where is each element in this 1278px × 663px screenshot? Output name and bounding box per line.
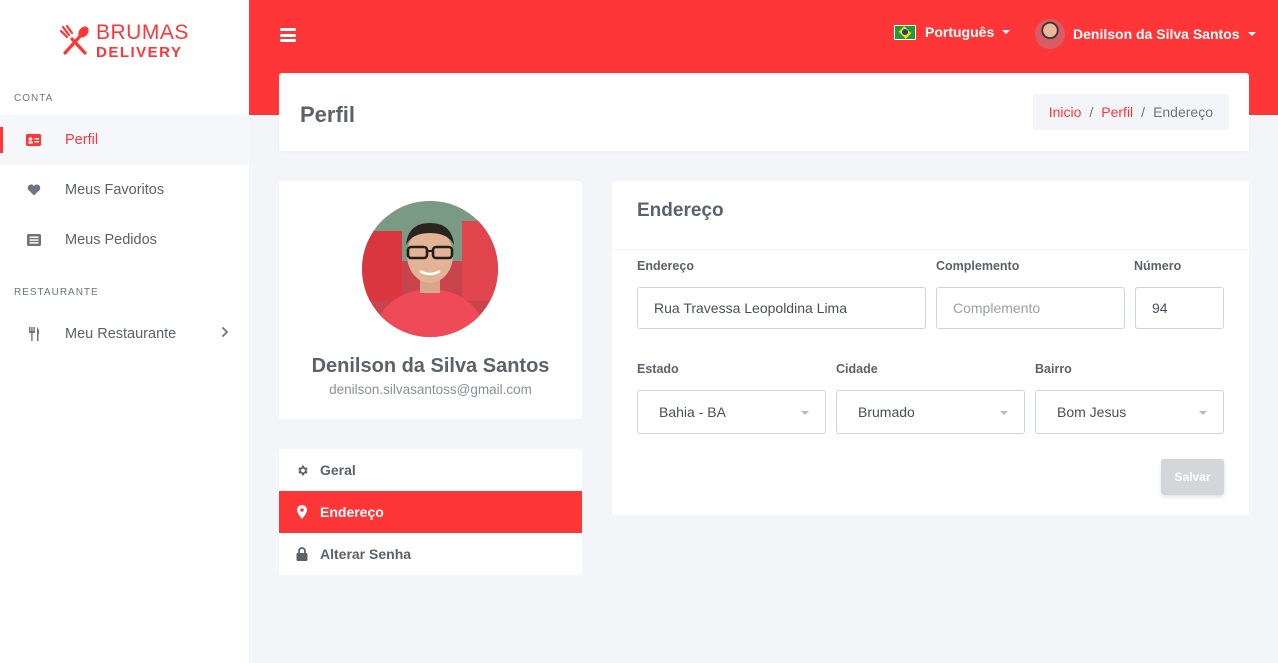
cidade-label: Cidade	[836, 362, 878, 376]
brand-name: BRUMAS	[96, 21, 189, 44]
breadcrumb: Inicio / Perfil / Endereço	[1032, 94, 1229, 130]
brand-subtitle: DELIVERY	[96, 44, 183, 61]
bairro-label: Bairro	[1035, 362, 1072, 376]
user-name: Denilson da Silva Santos	[1073, 26, 1240, 42]
page-title: Perfil	[300, 102, 356, 127]
sidebar: BRUMAS DELIVERY CONTA Perfil Meus Favori…	[0, 0, 249, 663]
user-menu[interactable]: Denilson da Silva Santos	[1035, 19, 1256, 49]
brand-logo[interactable]: BRUMAS DELIVERY	[58, 22, 189, 60]
profile-card: Denilson da Silva Santos denilson.silvas…	[279, 181, 582, 419]
profile-menu-endereco[interactable]: Endereço	[279, 491, 582, 533]
profile-avatar	[362, 201, 498, 337]
profile-menu-label: Geral	[320, 462, 356, 478]
sidebar-item-meu-restaurante[interactable]: Meu Restaurante	[0, 309, 249, 359]
breadcrumb-separator: /	[1089, 104, 1094, 120]
brazil-flag-icon	[894, 24, 916, 40]
menu-toggle-icon[interactable]	[280, 28, 296, 42]
breadcrumb-current: Endereço	[1153, 104, 1213, 120]
avatar	[1035, 19, 1065, 49]
profile-menu: Geral Endereço Alterar Senha	[279, 449, 582, 575]
heart-icon	[26, 183, 41, 198]
utensils-icon	[26, 327, 41, 342]
language-selector[interactable]: Português	[894, 24, 1011, 40]
section-title-restaurante: RESTAURANTE	[14, 287, 99, 298]
sidebar-item-meus-favoritos[interactable]: Meus Favoritos	[0, 165, 249, 215]
lock-icon	[295, 547, 309, 561]
profile-menu-label: Endereço	[320, 504, 384, 520]
id-card-icon	[26, 133, 41, 148]
profile-name: Denilson da Silva Santos	[311, 355, 550, 377]
profile-menu-geral[interactable]: Geral	[279, 449, 582, 491]
section-title-conta: CONTA	[14, 93, 54, 104]
sidebar-item-label: Meus Pedidos	[65, 232, 157, 248]
chevron-down-icon	[1199, 411, 1207, 415]
numero-input[interactable]	[1135, 287, 1224, 329]
gear-icon	[295, 463, 309, 477]
map-pin-icon	[295, 505, 309, 519]
page-title-card: Perfil Inicio / Perfil / Endereço	[279, 73, 1249, 151]
chevron-down-icon	[1000, 411, 1008, 415]
fork-spoon-logo-icon	[59, 24, 89, 55]
save-button[interactable]: Salvar	[1161, 459, 1224, 495]
sidebar-item-label: Meu Restaurante	[65, 326, 177, 342]
endereco-input[interactable]	[637, 287, 926, 329]
caret-down-icon	[1247, 32, 1256, 36]
bairro-select[interactable]: Bom Jesus	[1035, 390, 1224, 434]
sidebar-item-label: Perfil	[65, 132, 99, 148]
divider	[612, 249, 1249, 250]
profile-email: denilson.silvasantoss@gmail.com	[329, 382, 532, 397]
profile-menu-alterar-senha[interactable]: Alterar Senha	[279, 533, 582, 575]
cidade-selected-value: Brumado	[858, 404, 915, 420]
list-icon	[26, 233, 41, 248]
breadcrumb-link-inicio[interactable]: Inicio	[1049, 104, 1082, 120]
language-label: Português	[925, 24, 995, 40]
sidebar-item-label: Meus Favoritos	[65, 182, 165, 198]
address-card-title: Endereço	[637, 200, 724, 221]
profile-menu-label: Alterar Senha	[320, 546, 412, 562]
numero-label: Número	[1134, 259, 1182, 273]
breadcrumb-separator: /	[1141, 104, 1146, 120]
sidebar-item-meus-pedidos[interactable]: Meus Pedidos	[0, 215, 249, 265]
bairro-selected-value: Bom Jesus	[1057, 404, 1127, 420]
caret-down-icon	[1002, 30, 1011, 34]
chevron-down-icon	[801, 411, 809, 415]
endereco-label: Endereço	[637, 259, 694, 273]
address-card: Endereço Endereço Complemento Número Est…	[612, 181, 1249, 515]
estado-label: Estado	[637, 362, 679, 376]
complemento-input[interactable]	[936, 287, 1125, 329]
complemento-label: Complemento	[936, 259, 1020, 273]
cidade-select[interactable]: Brumado	[836, 390, 1025, 434]
estado-selected-value: Bahia - BA	[659, 404, 726, 420]
sidebar-item-perfil[interactable]: Perfil	[0, 115, 249, 165]
breadcrumb-link-perfil[interactable]: Perfil	[1101, 104, 1133, 120]
chevron-right-icon	[221, 326, 229, 342]
estado-select[interactable]: Bahia - BA	[637, 390, 826, 434]
